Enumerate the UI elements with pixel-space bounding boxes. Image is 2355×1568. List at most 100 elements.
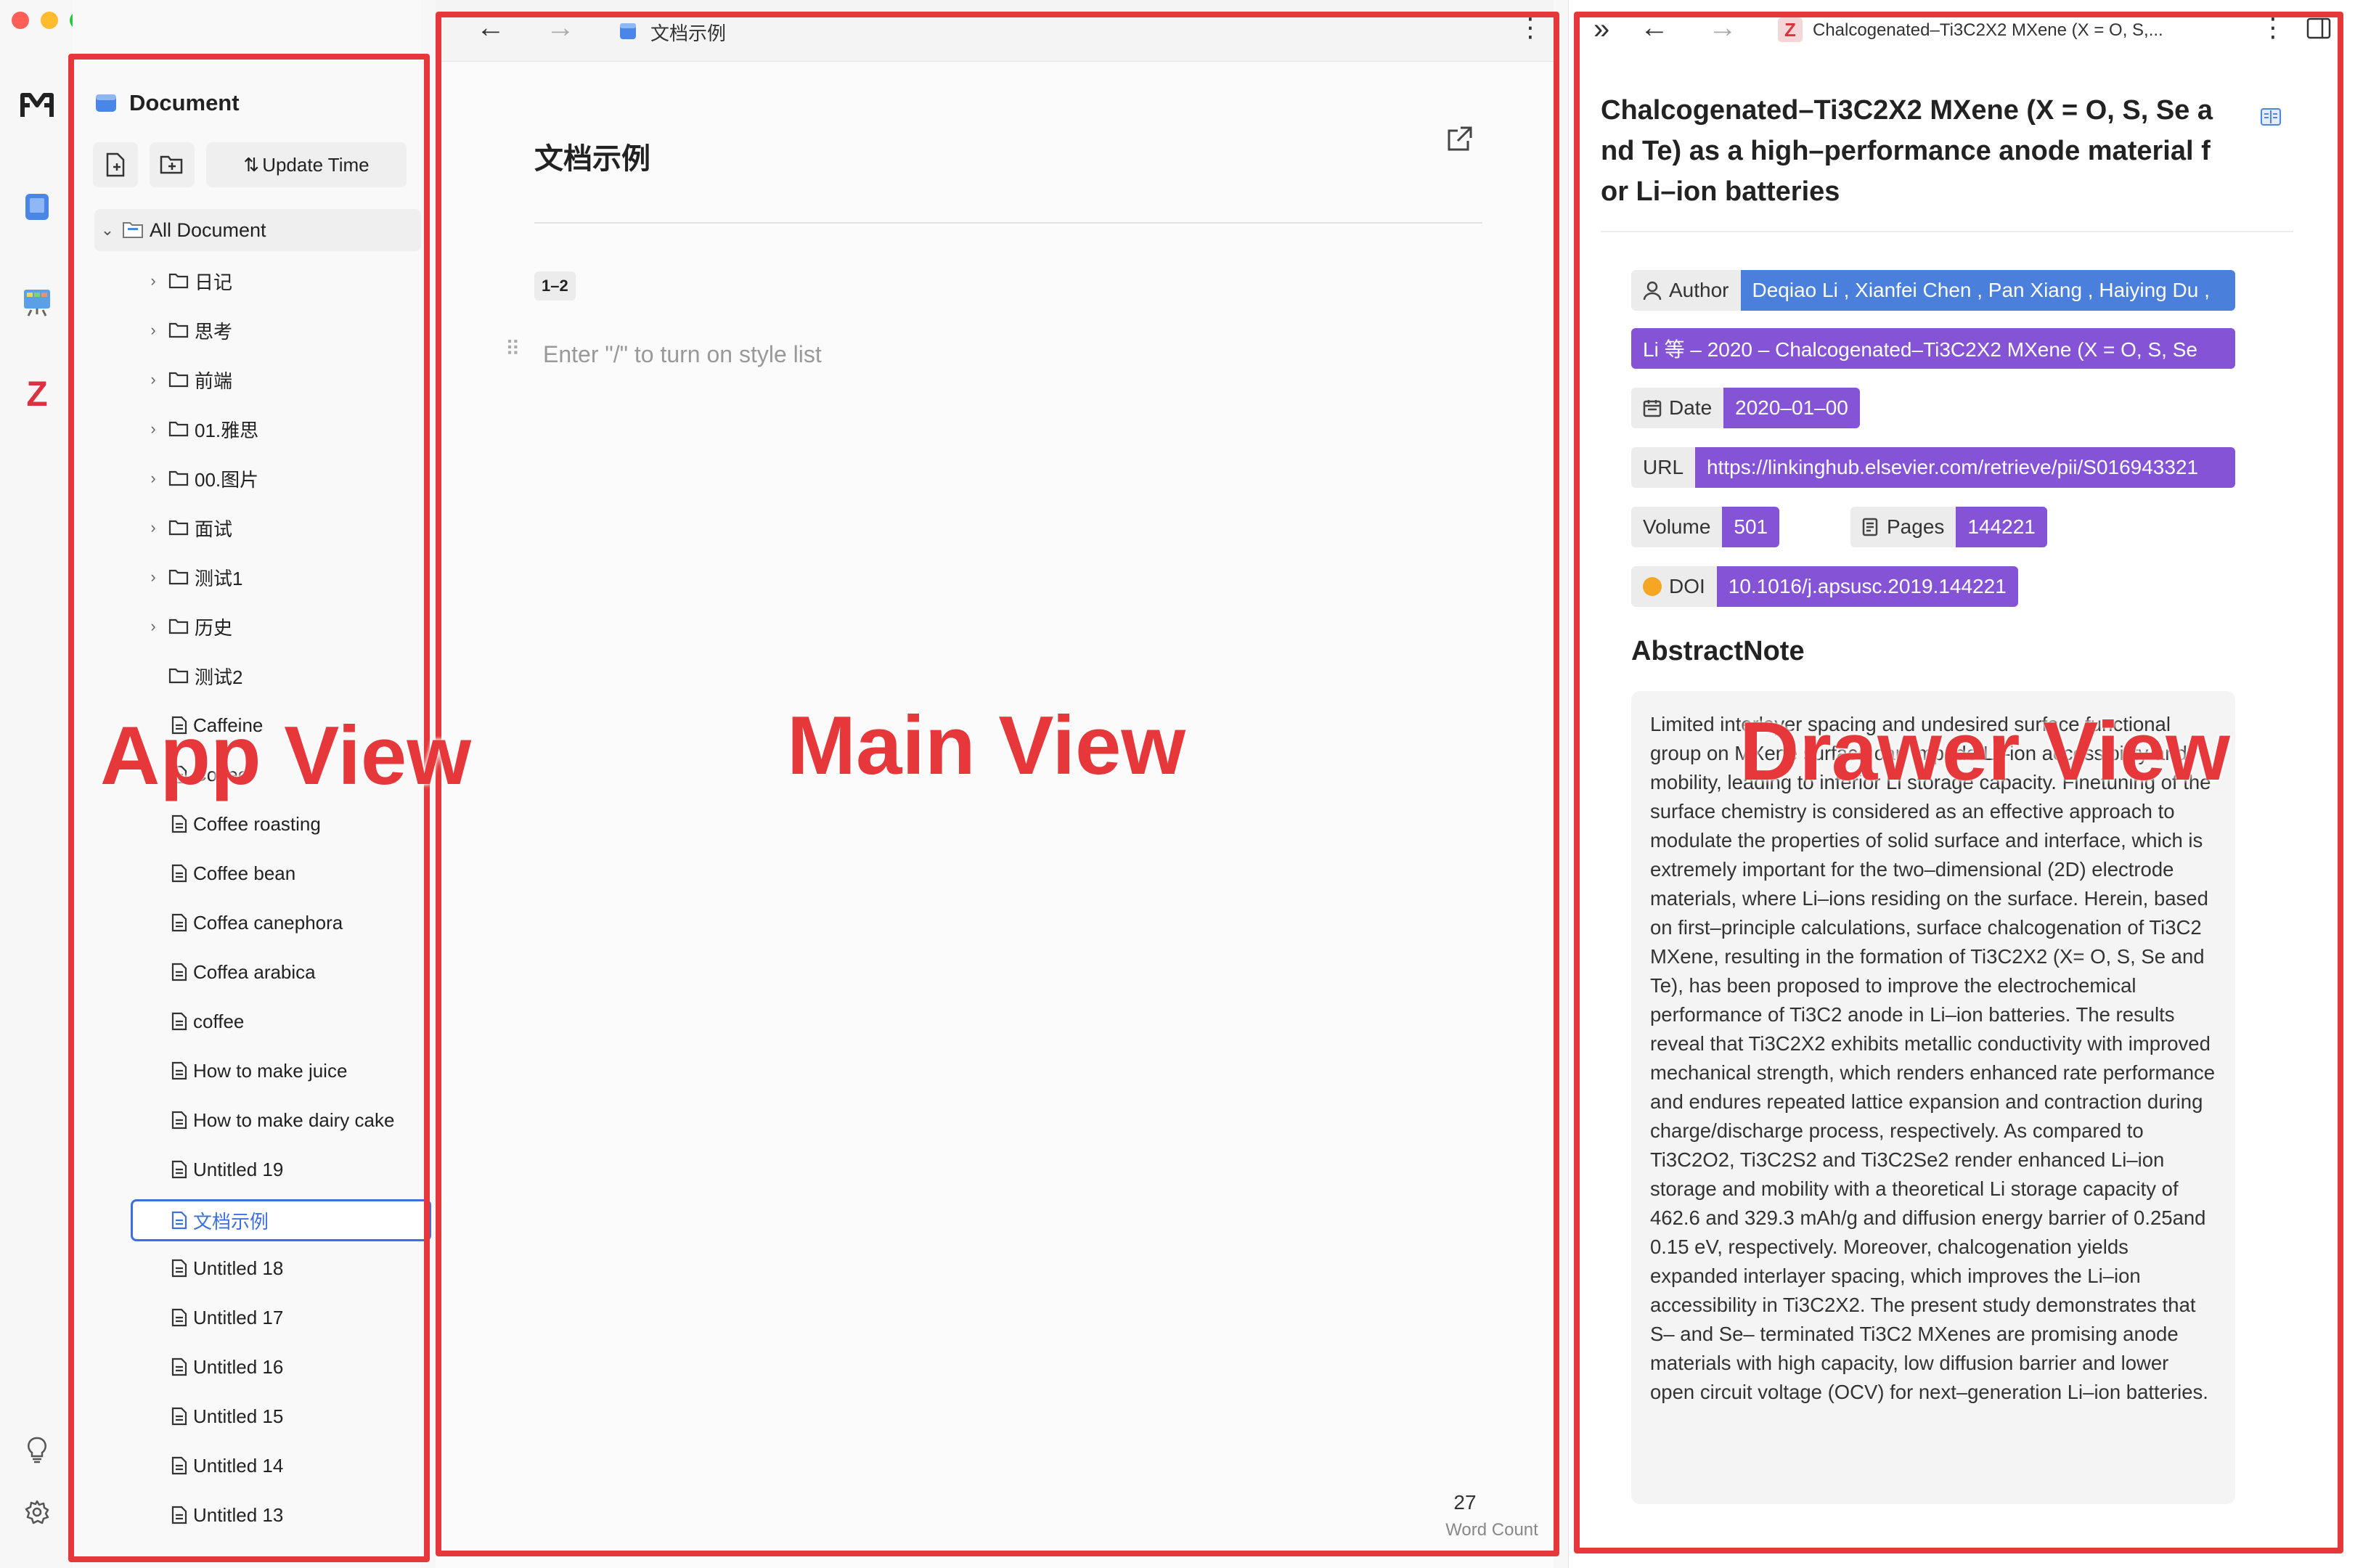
chevron-right-icon[interactable]: › [145,518,161,537]
main-tab-title[interactable]: 文档示例 [650,19,726,46]
tree-document-item[interactable]: Untitled 19 [171,1148,421,1191]
app-view-label: App View [100,710,471,802]
tree-folder-item[interactable]: › 测试1 [145,556,421,598]
close-window-dot[interactable] [12,12,29,29]
tree-item-label: 日记 [195,271,233,293]
title-divider [534,222,1482,224]
new-document-icon [106,152,125,177]
new-folder-button[interactable] [150,142,195,187]
tree-document-item[interactable]: How to make juice [171,1050,421,1092]
share-icon[interactable] [1445,125,1474,158]
pages-value[interactable]: 144221 [1956,507,2047,547]
doi-value[interactable]: 10.1016/j.apsusc.2019.144221 [1716,566,2018,607]
citation-row[interactable]: Li 等 – 2020 – Chalcogenated–Ti3C2X2 MXen… [1631,328,2235,369]
tree-root-label: All Document [150,219,266,241]
tree-folder-item[interactable]: 测试2 [145,655,421,697]
document-tag[interactable]: 1–2 [534,271,576,301]
date-value[interactable]: 2020–01–00 [1723,388,1860,428]
volume-key: Volume [1631,507,1723,547]
tree-root-row[interactable]: ⌄ All Document [94,209,421,251]
tree-document-item[interactable]: Coffea arabica [171,951,421,993]
document-icon [171,1259,187,1278]
tree-folder-item[interactable]: › 历史 [145,605,421,648]
editor-placeholder[interactable]: Enter "/" to turn on style list [543,341,822,368]
pages-row[interactable]: Pages 144221 [1850,507,2047,547]
chevron-right-icon[interactable]: › [145,568,161,587]
chevron-down-icon[interactable]: ⌄ [94,221,121,240]
tree-folder-item[interactable]: › 00.图片 [145,457,421,499]
tree-document-item[interactable]: Untitled 13 [171,1494,421,1536]
chevron-right-icon[interactable]: › [145,271,161,290]
tree-document-item[interactable]: Untitled 16 [171,1346,421,1388]
drawer-tab-title[interactable]: Chalcogenated–Ti3C2X2 MXene (X = O, S,..… [1813,20,2163,41]
sort-update-time-button[interactable]: ⇅ Update Time [206,142,407,187]
word-count-label: Word Count [1445,1520,1538,1540]
document-icon [171,1160,187,1179]
drawer-more-options-icon[interactable]: ⋮ [2260,15,2286,41]
volume-value[interactable]: 501 [1722,507,1780,547]
chevron-right-icon[interactable]: › [145,370,161,389]
tree-document-item[interactable]: 文档示例 [131,1199,431,1241]
document-icon [171,1211,187,1230]
drag-handle-icon[interactable]: ⠿ [505,339,521,359]
document-title[interactable]: 文档示例 [534,135,650,177]
forward-arrow-icon[interactable]: → [546,12,575,44]
tree-item-label: Untitled 18 [193,1257,284,1279]
url-key: URL [1631,447,1696,488]
sidebar-toggle-icon[interactable] [2306,17,2331,43]
drawer-view-label: Drawer View [1739,706,2230,798]
minimize-window-dot[interactable] [41,12,58,29]
chevron-right-icon[interactable]: › [145,321,161,340]
back-arrow-icon[interactable]: ← [476,12,505,44]
author-value[interactable]: Deqiao Li , Xianfei Chen , Pan Xiang , H… [1740,270,2235,311]
zotero-module-icon[interactable]: Z [17,375,57,414]
doi-row[interactable]: DOI 10.1016/j.apsusc.2019.144221 [1631,566,2018,607]
settings-gear-icon[interactable] [17,1493,57,1532]
reader-icon[interactable] [2260,107,2282,130]
tree-document-item[interactable]: Untitled 18 [171,1247,421,1289]
tree-document-item[interactable]: Coffee bean [171,852,421,894]
tree-document-item[interactable]: coffee [171,1000,421,1042]
tree-folder-item[interactable]: › 思考 [145,309,421,351]
chevron-right-icon[interactable]: › [145,420,161,438]
document-icon [171,1308,187,1327]
tree-document-item[interactable]: How to make dairy cake [171,1099,421,1141]
folder-icon [168,371,189,388]
all-document-folder-icon [123,222,143,238]
tree-document-item[interactable]: Untitled 14 [171,1445,421,1487]
tree-document-item[interactable]: Untitled 15 [171,1395,421,1437]
drawer-back-arrow-icon[interactable]: ← [1640,12,1669,44]
chevron-right-icon[interactable]: › [145,469,161,488]
author-key: Author [1631,270,1741,311]
folder-icon [168,667,189,685]
tree-document-item[interactable]: Untitled 17 [171,1297,421,1339]
new-document-button[interactable] [93,142,138,187]
author-row[interactable]: Author Deqiao Li , Xianfei Chen , Pan Xi… [1631,270,2235,311]
whiteboard-module-icon[interactable] [17,282,57,321]
collapse-drawer-icon[interactable]: » [1593,13,1609,46]
tree-document-item[interactable]: Coffea canephora [171,902,421,944]
drawer-forward-arrow-icon[interactable]: → [1708,12,1737,44]
tree-document-item[interactable]: Coffee roasting [171,803,421,845]
more-options-icon[interactable]: ⋮ [1517,15,1543,41]
volume-row[interactable]: Volume 501 [1631,507,1780,547]
tree-folder-item[interactable]: › 日记 [145,260,421,302]
abstract-text: Limited interlayer spacing and undesired… [1650,713,2216,1403]
tree-folder-item[interactable]: › 前端 [145,359,421,401]
citation-value[interactable]: Li 等 – 2020 – Chalcogenated–Ti3C2X2 MXen… [1631,328,2235,369]
drawer-title: Chalcogenated–Ti3C2X2 MXene (X = O, S, S… [1601,95,2213,207]
url-value[interactable]: https://linkinghub.elsevier.com/retrieve… [1695,447,2235,488]
url-row[interactable]: URL https://linkinghub.elsevier.com/retr… [1631,447,2235,488]
date-row[interactable]: Date 2020–01–00 [1631,388,1860,428]
chevron-right-icon[interactable]: › [145,617,161,636]
tree-folder-item[interactable]: › 面试 [145,507,421,549]
tree-item-label: 历史 [195,616,233,639]
lightbulb-icon[interactable] [17,1430,57,1469]
document-icon [171,864,187,883]
doi-icon [1643,577,1662,596]
document-module-icon[interactable] [17,187,57,226]
tree-item-label: 01.雅思 [195,419,259,441]
doi-key: DOI [1631,566,1717,607]
app-logo-icon[interactable] [17,86,57,125]
tree-folder-item[interactable]: › 01.雅思 [145,408,421,450]
